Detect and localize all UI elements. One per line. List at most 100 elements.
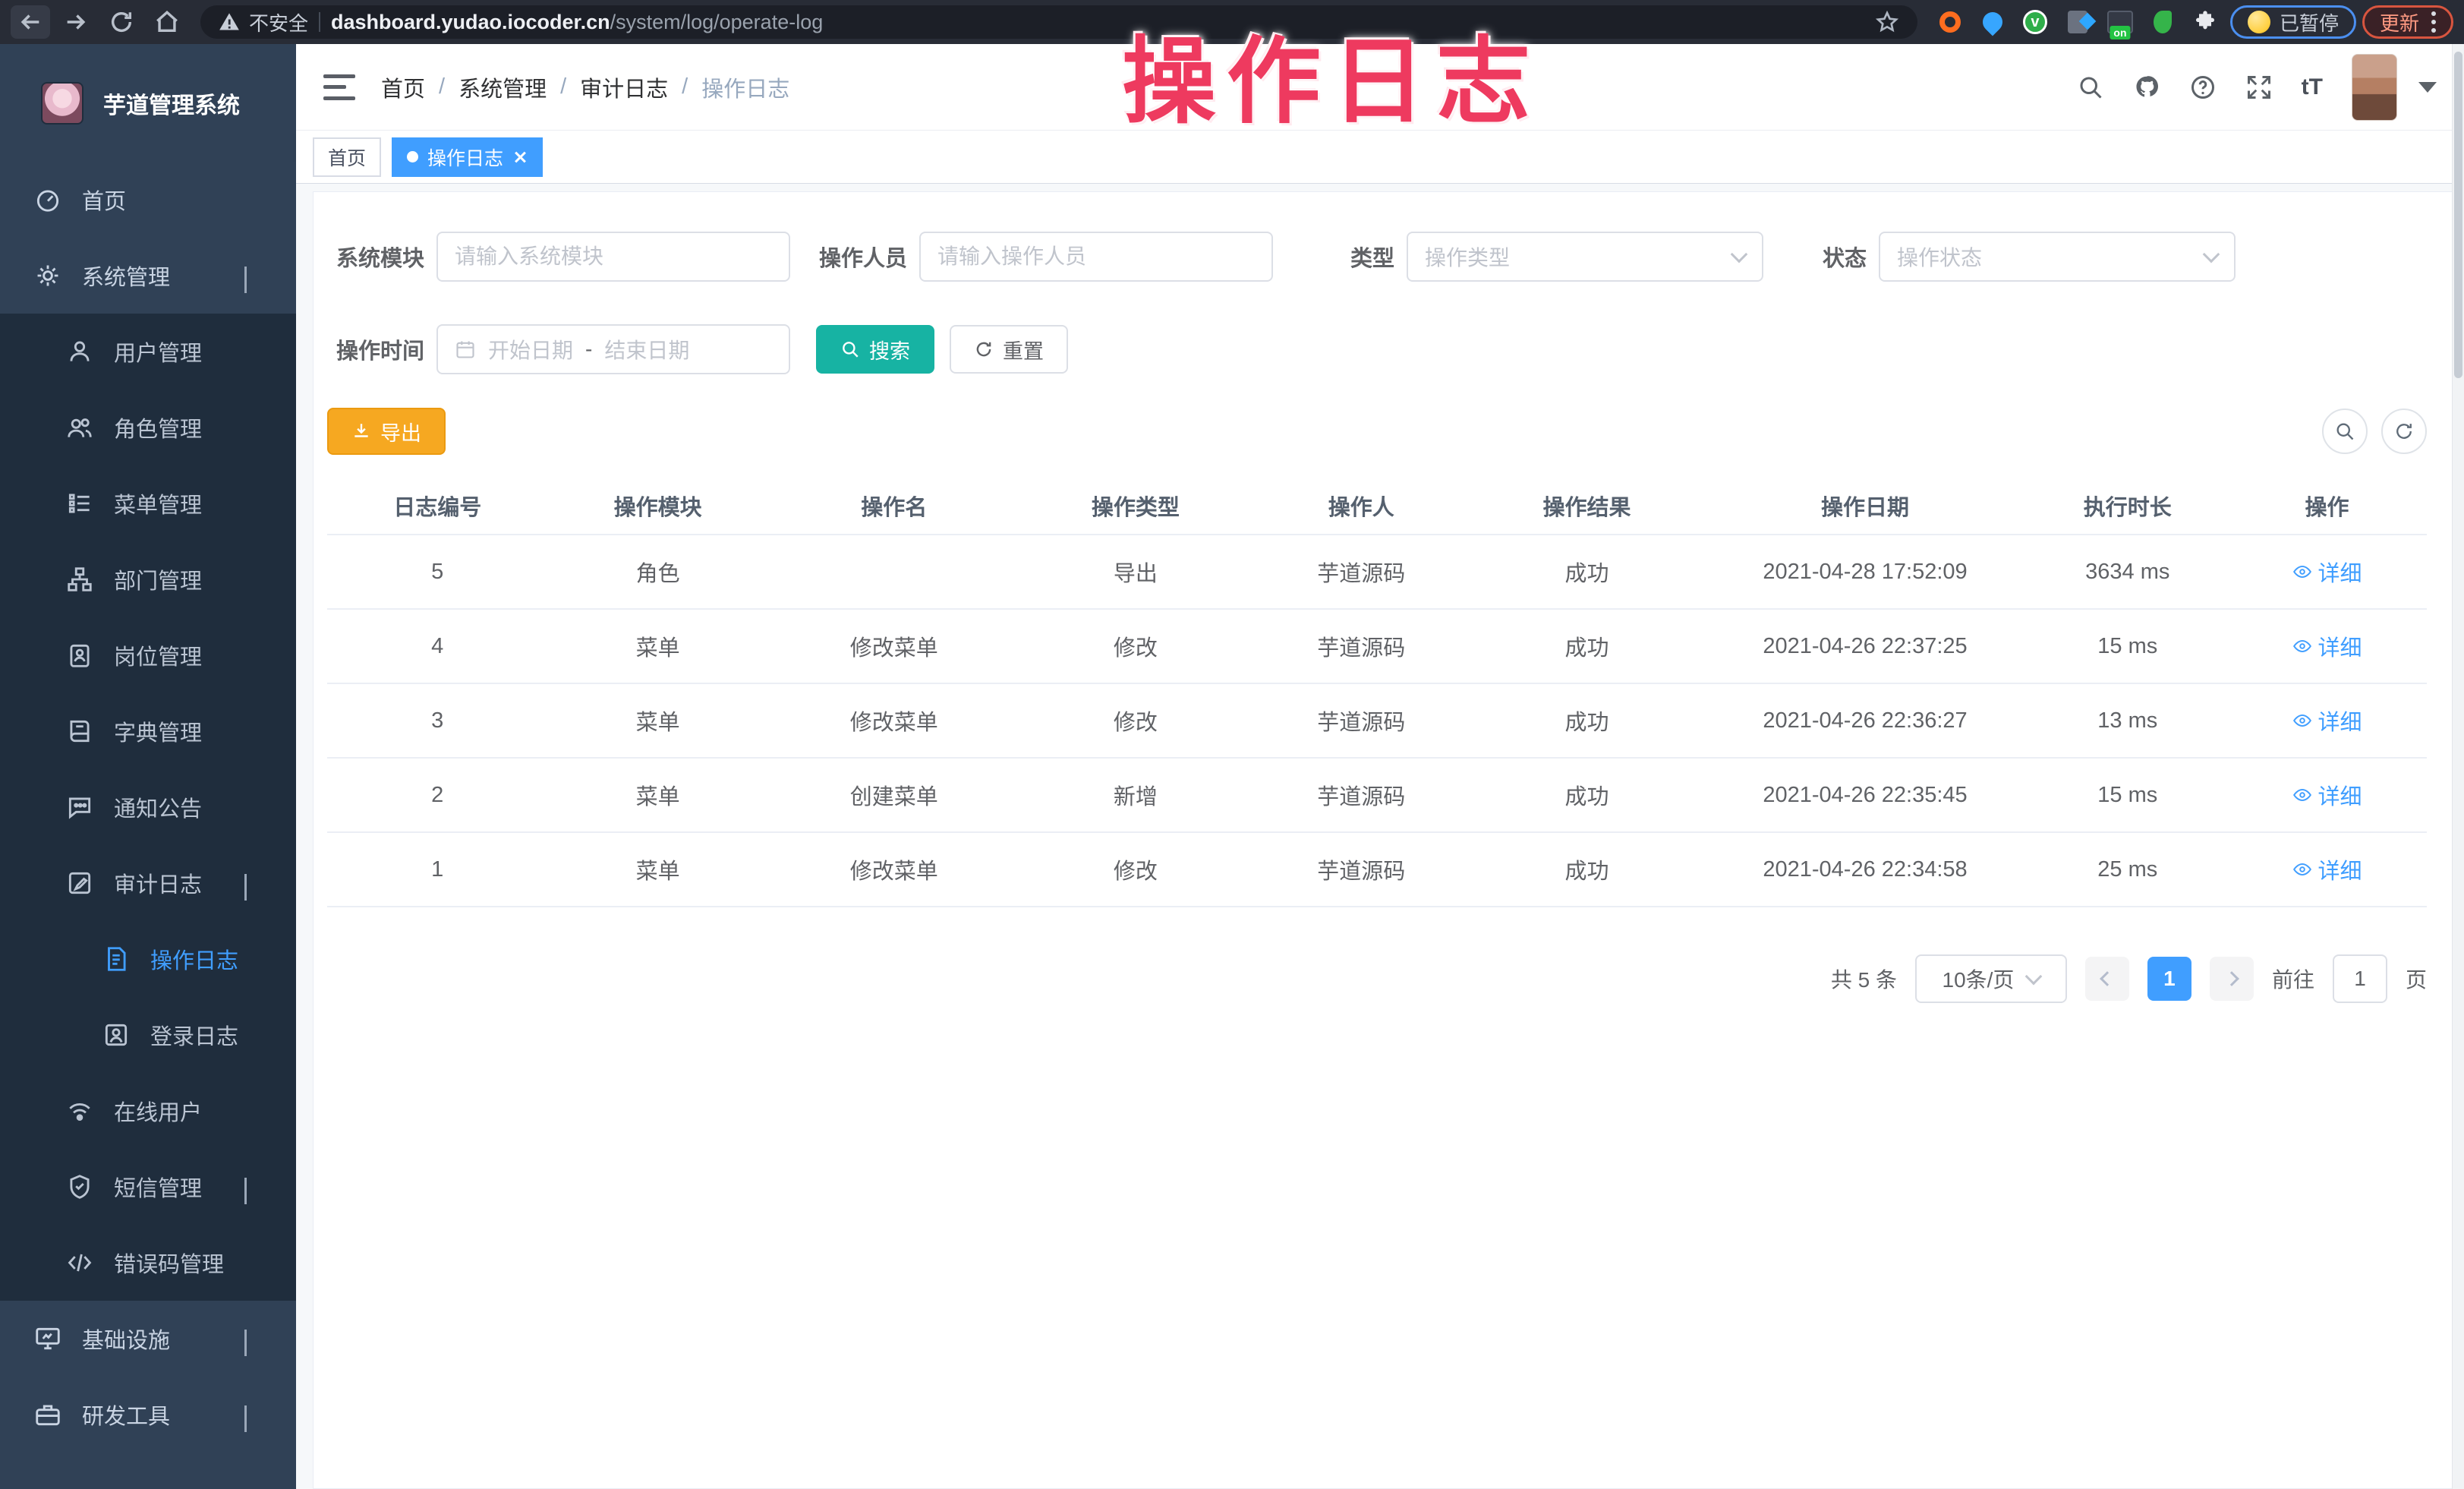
dictionary-icon xyxy=(65,717,94,746)
sidebar-item-audit-log[interactable]: 审计日志 xyxy=(0,845,296,921)
page-scrollbar[interactable] xyxy=(2452,44,2464,1489)
sidebar-item-role-management[interactable]: 角色管理 xyxy=(0,390,296,465)
detail-link[interactable]: 详细 xyxy=(2292,705,2362,737)
sidebar-item-online-users[interactable]: 在线用户 xyxy=(0,1073,296,1149)
browser-back-button[interactable] xyxy=(11,5,50,39)
calendar-icon xyxy=(455,339,476,360)
tag-operate-log[interactable]: 操作日志 xyxy=(392,137,543,177)
operator-input-wrap xyxy=(919,232,1273,282)
sidebar-item-announcement[interactable]: 通知公告 xyxy=(0,769,296,845)
navbar-actions: tT xyxy=(2077,54,2437,121)
breadcrumb-home[interactable]: 首页 xyxy=(381,71,425,103)
github-icon[interactable] xyxy=(2133,74,2160,101)
security-status[interactable]: 不安全 xyxy=(219,8,308,36)
help-icon[interactable] xyxy=(2189,74,2217,101)
sidebar-item-department-management[interactable]: 部门管理 xyxy=(0,541,296,617)
status-select[interactable]: 操作状态 xyxy=(1879,232,2236,282)
paused-chip-label: 已暂停 xyxy=(2280,8,2339,36)
operator-input[interactable] xyxy=(937,244,1255,269)
sidebar-item-home[interactable]: 首页 xyxy=(0,162,296,238)
table-row: 5 角色 导出 芋道源码 成功 2021-04-28 17:52:09 3634… xyxy=(327,535,2427,610)
sidebar-item-dictionary-management[interactable]: 字典管理 xyxy=(0,693,296,769)
browser-reload-button[interactable] xyxy=(102,5,141,39)
sidebar-item-operate-log[interactable]: 操作日志 xyxy=(0,921,296,997)
detail-link[interactable]: 详细 xyxy=(2292,779,2362,811)
update-chip-label: 更新 xyxy=(2380,8,2419,36)
chevron-down-icon xyxy=(244,1178,263,1196)
sidebar-collapse-button[interactable] xyxy=(323,74,355,100)
extensions-area: v on xyxy=(1937,9,2218,35)
fullscreen-icon[interactable] xyxy=(2245,74,2273,101)
col-operator: 操作人 xyxy=(1251,490,1471,522)
extension-orange-icon[interactable] xyxy=(1937,9,1963,35)
breadcrumb-system[interactable]: 系统管理 xyxy=(458,71,547,103)
extension-pin-icon[interactable] xyxy=(1980,9,2006,35)
online-users-icon xyxy=(65,1096,94,1125)
app-title: 芋道管理系统 xyxy=(103,87,240,120)
refresh-table-button[interactable] xyxy=(2381,409,2427,454)
chat-bubble-icon xyxy=(65,793,94,822)
browser-forward-button[interactable] xyxy=(56,5,96,39)
search-icon xyxy=(840,339,860,359)
app-logo xyxy=(41,82,83,125)
date-range-input[interactable]: 开始日期 - 结束日期 xyxy=(436,324,790,374)
detail-link[interactable]: 详细 xyxy=(2292,630,2362,662)
module-input[interactable] xyxy=(455,244,772,269)
user-avatar[interactable] xyxy=(2352,54,2397,121)
sidebar-item-login-log[interactable]: 登录日志 xyxy=(0,997,296,1073)
show-search-button[interactable] xyxy=(2322,409,2368,454)
browser-menu-kebab-icon[interactable] xyxy=(2431,11,2436,33)
breadcrumb-audit-log[interactable]: 审计日志 xyxy=(580,71,668,103)
export-button[interactable]: 导出 xyxy=(327,408,446,455)
eye-icon xyxy=(2292,860,2312,879)
tag-close-icon[interactable] xyxy=(512,150,528,165)
table-row: 2 菜单 创建菜单 新增 芋道源码 成功 2021-04-26 22:35:45… xyxy=(327,759,2427,833)
reset-button[interactable]: 重置 xyxy=(950,325,1068,374)
avatar-caret-down-icon[interactable] xyxy=(2418,82,2437,93)
extension-split-icon[interactable] xyxy=(2065,9,2091,35)
breadcrumb-separator: / xyxy=(439,74,445,99)
browser-update-chip[interactable]: 更新 xyxy=(2362,5,2453,39)
current-page-button[interactable]: 1 xyxy=(2147,957,2191,1001)
extension-dark-icon[interactable]: on xyxy=(2107,9,2133,35)
app-logo-row[interactable]: 芋道管理系统 xyxy=(0,44,296,162)
page-size-select[interactable]: 10条/页 xyxy=(1915,954,2067,1003)
table-row: 1 菜单 修改菜单 修改 芋道源码 成功 2021-04-26 22:34:58… xyxy=(327,833,2427,907)
operator-label: 操作人员 xyxy=(810,241,907,273)
scrollbar-thumb[interactable] xyxy=(2454,52,2462,378)
sidebar-item-dev-tools[interactable]: 研发工具 xyxy=(0,1377,296,1453)
detail-link[interactable]: 详细 xyxy=(2292,556,2362,588)
sidebar-item-user-management[interactable]: 用户管理 xyxy=(0,314,296,390)
sidebar-item-infrastructure[interactable]: 基础设施 xyxy=(0,1301,296,1377)
next-page-button[interactable] xyxy=(2210,957,2254,1001)
extension-leaf-icon[interactable] xyxy=(2150,9,2176,35)
tag-home[interactable]: 首页 xyxy=(313,137,381,177)
prev-page-button[interactable] xyxy=(2085,957,2129,1001)
menu-list-icon xyxy=(65,489,94,518)
sidebar-item-position-management[interactable]: 岗位管理 xyxy=(0,617,296,693)
extensions-puzzle-icon[interactable] xyxy=(2192,9,2218,35)
paused-extension-chip[interactable]: 已暂停 xyxy=(2230,5,2356,39)
sidebar-item-menu-management[interactable]: 菜单管理 xyxy=(0,465,296,541)
type-select[interactable]: 操作类型 xyxy=(1407,232,1763,282)
extension-v-icon[interactable]: v xyxy=(2022,9,2048,35)
goto-label: 前往 xyxy=(2272,964,2314,994)
sidebar-item-sms-management[interactable]: 短信管理 xyxy=(0,1149,296,1225)
col-type: 操作类型 xyxy=(1020,490,1251,522)
bookmark-star-icon[interactable] xyxy=(1875,10,1899,34)
font-size-icon[interactable]: tT xyxy=(2302,74,2323,100)
sidebar-item-error-code-management[interactable]: 错误码管理 xyxy=(0,1225,296,1301)
url-host: dashboard.yudao.iocoder.cn xyxy=(331,11,610,33)
sidebar-item-system-management[interactable]: 系统管理 xyxy=(0,238,296,314)
search-icon[interactable] xyxy=(2077,74,2104,101)
goto-page-input[interactable] xyxy=(2333,954,2387,1003)
table-toolbar: 导出 xyxy=(327,408,2427,455)
search-button[interactable]: 搜索 xyxy=(816,325,934,374)
browser-home-button[interactable] xyxy=(147,5,187,39)
table-row: 3 菜单 修改菜单 修改 芋道源码 成功 2021-04-26 22:36:27… xyxy=(327,684,2427,759)
address-bar[interactable]: 不安全 dashboard.yudao.iocoder.cn/system/lo… xyxy=(200,5,1917,39)
detail-link[interactable]: 详细 xyxy=(2292,853,2362,885)
code-icon xyxy=(65,1248,94,1277)
operate-log-table: 日志编号 操作模块 操作名 操作类型 操作人 操作结果 操作日期 执行时长 操作… xyxy=(327,478,2427,907)
address-divider xyxy=(319,12,320,32)
